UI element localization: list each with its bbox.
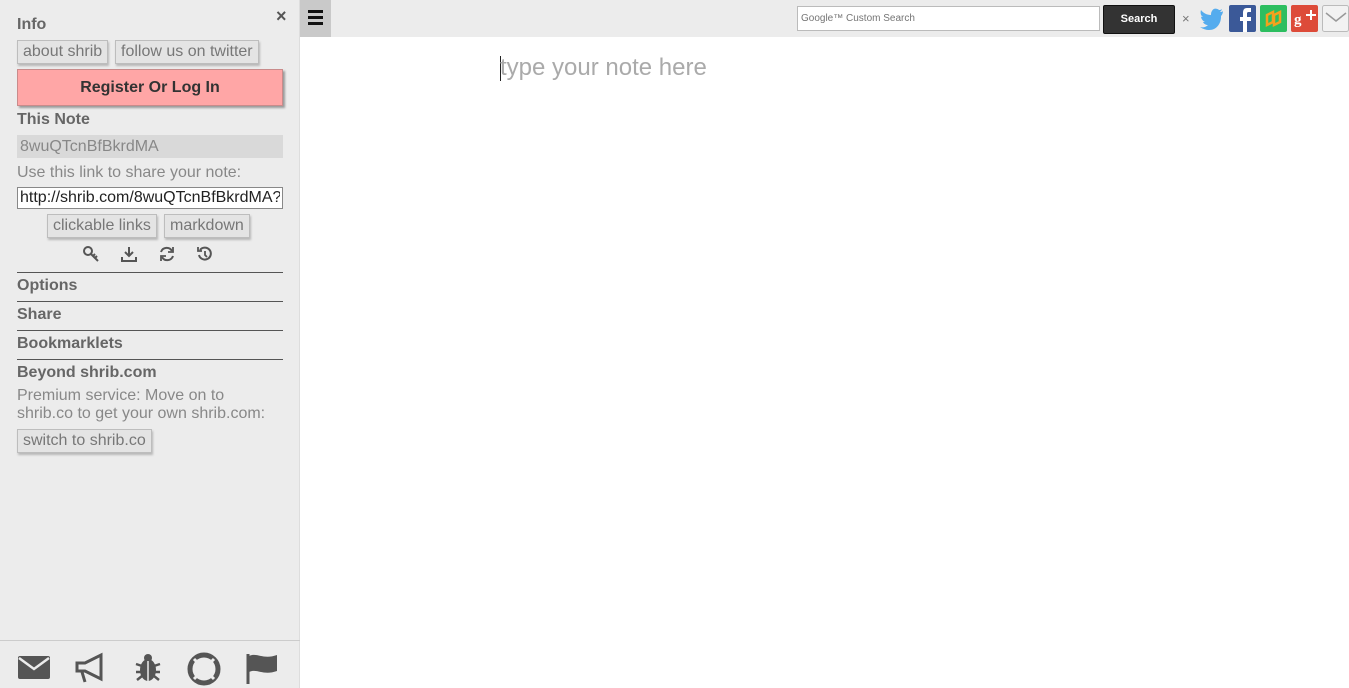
bookmarklets-section[interactable]: Bookmarklets — [17, 335, 123, 353]
options-section[interactable]: Options — [17, 277, 77, 295]
megaphone-icon[interactable] — [74, 652, 108, 684]
beyond-heading: Beyond shrib.com — [17, 364, 157, 381]
share-service-icon[interactable] — [1260, 5, 1287, 32]
markdown-button[interactable]: markdown — [164, 214, 250, 238]
divider — [17, 330, 283, 331]
info-heading: Info — [17, 16, 47, 33]
mail-icon[interactable] — [17, 652, 51, 682]
twitter-icon[interactable] — [1198, 5, 1225, 32]
search-button[interactable]: Search — [1103, 5, 1175, 34]
clear-search-icon[interactable]: × — [1182, 11, 1190, 26]
premium-text: Premium service: Move on to shrib.co to … — [17, 387, 266, 422]
download-icon[interactable] — [120, 245, 138, 263]
facebook-icon[interactable] — [1229, 5, 1256, 32]
about-shrib-button[interactable]: about shrib — [17, 40, 109, 64]
divider — [17, 301, 283, 302]
lifebuoy-icon[interactable] — [187, 652, 221, 686]
divider — [17, 359, 283, 360]
refresh-icon[interactable] — [158, 245, 176, 263]
share-hint: Use this link to share your note: — [17, 164, 242, 181]
flag-icon[interactable] — [245, 652, 279, 684]
key-icon[interactable] — [82, 245, 100, 263]
note-editor[interactable]: type your note here — [500, 54, 707, 82]
footer-divider — [0, 640, 300, 641]
clickable-links-button[interactable]: clickable links — [47, 214, 157, 238]
share-link-input[interactable] — [17, 187, 283, 209]
register-login-button[interactable]: Register Or Log In — [17, 69, 283, 106]
close-sidebar-icon[interactable]: × — [276, 6, 287, 27]
history-icon[interactable] — [196, 245, 214, 263]
hamburger-icon — [308, 10, 323, 25]
email-icon[interactable] — [1322, 5, 1349, 32]
share-section[interactable]: Share — [17, 306, 61, 324]
search-input[interactable] — [797, 6, 1100, 31]
sidebar: × Info about shrib follow us on twitter … — [0, 0, 300, 688]
menu-toggle-button[interactable] — [300, 0, 331, 37]
svg-text:g: g — [1294, 12, 1302, 28]
google-plus-icon[interactable]: g — [1291, 5, 1318, 32]
follow-twitter-button[interactable]: follow us on twitter — [115, 40, 259, 64]
this-note-heading: This Note — [17, 111, 90, 128]
divider — [17, 272, 283, 273]
bug-icon[interactable] — [132, 652, 164, 684]
switch-shrib-co-button[interactable]: switch to shrib.co — [17, 429, 152, 453]
note-id-field: 8wuQTcnBfBkrdMA — [17, 135, 283, 158]
